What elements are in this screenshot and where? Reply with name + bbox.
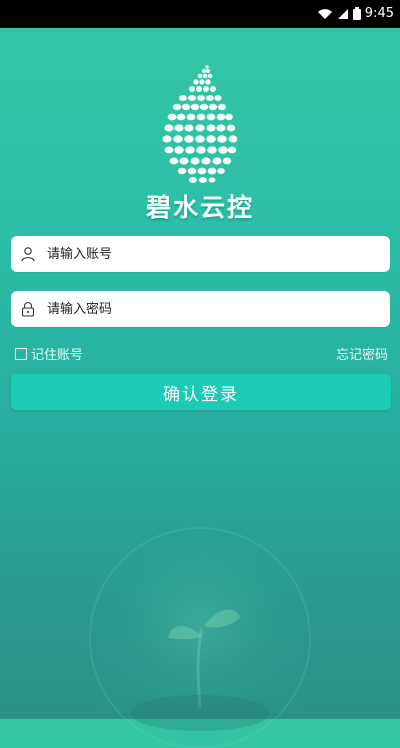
checkbox-icon[interactable] bbox=[15, 347, 27, 360]
login-button[interactable]: 确认登录 bbox=[11, 374, 391, 410]
account-field[interactable] bbox=[11, 236, 390, 272]
status-bar: 9:45 bbox=[0, 0, 400, 28]
status-time: 9:45 bbox=[364, 6, 394, 21]
lock-icon bbox=[13, 291, 43, 327]
status-icons: 9:45 bbox=[317, 6, 394, 21]
app-title: 碧水云控 bbox=[145, 193, 254, 222]
remember-label: 记住账号 bbox=[31, 348, 84, 363]
remember-account-checkbox[interactable]: 记住账号 bbox=[15, 344, 83, 363]
forgot-password-link[interactable]: 忘记密码 bbox=[336, 344, 388, 363]
password-field[interactable] bbox=[11, 291, 390, 327]
sprout-globe-background bbox=[80, 518, 320, 748]
water-drop-logo-icon bbox=[162, 65, 238, 183]
user-icon bbox=[13, 236, 43, 272]
account-input[interactable] bbox=[43, 239, 390, 269]
signal-icon bbox=[337, 8, 349, 20]
wifi-icon bbox=[317, 8, 333, 20]
password-input[interactable] bbox=[43, 294, 390, 324]
login-screen: 碧水云控 记住账号 忘记密码 确认登录 bbox=[0, 28, 400, 748]
battery-icon bbox=[352, 7, 361, 20]
